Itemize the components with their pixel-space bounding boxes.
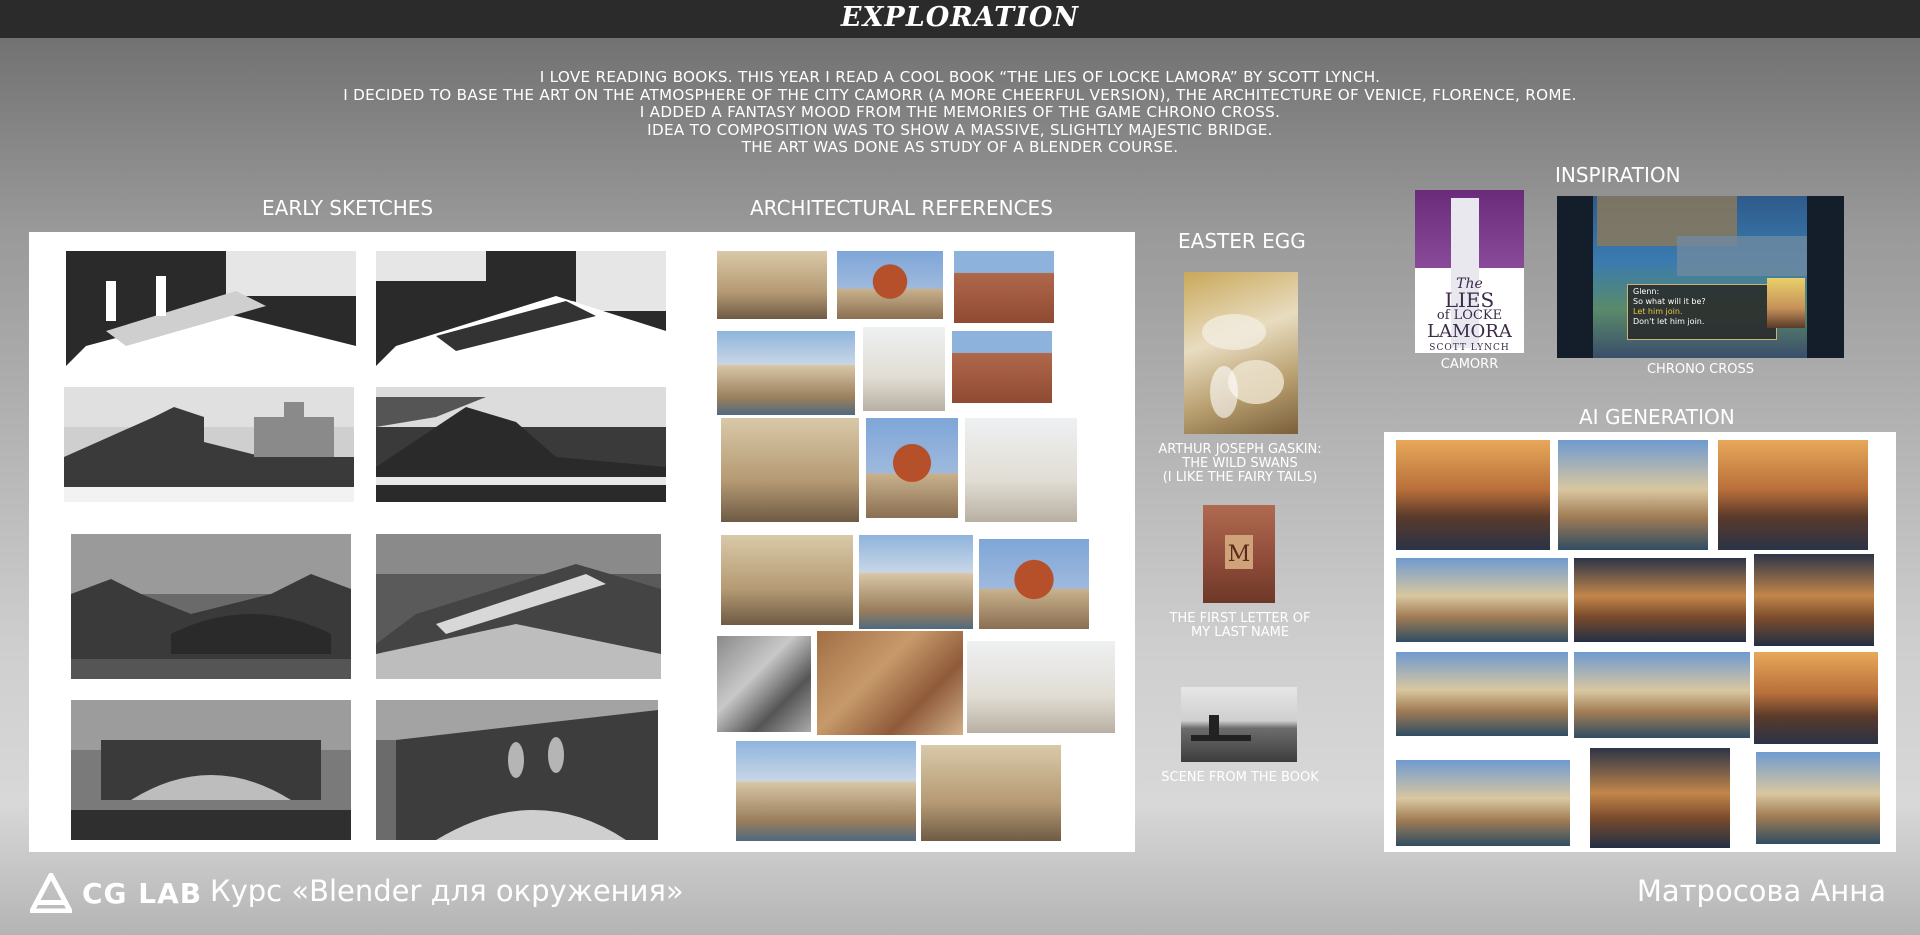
ai-image: [1396, 760, 1570, 846]
caption-scene-from-book: SCENE FROM THE BOOK: [1161, 770, 1319, 785]
sketch-thumbnail: [64, 387, 354, 502]
ai-image: [1574, 558, 1746, 642]
book-title-line: LAMORA: [1427, 321, 1512, 342]
caption-line: THE WILD SWANS: [1182, 456, 1298, 471]
author-name: Матросова Анна: [1636, 874, 1886, 908]
reference-photo: [717, 251, 827, 319]
book-cover: The LIES of LOCKE LAMORA SCOTT LYNCH: [1415, 190, 1524, 353]
chrono-cross-screenshot: Glenn: So what will it be? Let him join.…: [1557, 196, 1844, 358]
course-title: Курс «Blender для окружения»: [210, 874, 684, 908]
caption-line: (I LIKE THE FAIRY TAILS): [1162, 470, 1318, 485]
reference-photo: [866, 418, 958, 518]
sketch-thumbnail: [71, 700, 351, 840]
section-title-easter-egg: EASTER EGG: [1178, 229, 1306, 253]
reference-photo: [859, 535, 973, 629]
dialog-line: Don't let him join.: [1633, 317, 1705, 326]
reference-photo: [837, 251, 943, 319]
sketch-thumbnail: [376, 251, 666, 366]
intro-line: I LOVE READING BOOKS. THIS YEAR I READ A…: [539, 68, 1381, 86]
reference-photo: [817, 631, 963, 735]
ai-image: [1718, 440, 1868, 550]
page-title: EXPLORATION: [840, 2, 1080, 33]
caption-line: ARTHUR JOSEPH GASKIN:: [1158, 442, 1322, 457]
reference-photo: [717, 636, 811, 732]
ai-image: [1558, 440, 1708, 550]
ai-image: [1754, 554, 1874, 646]
reference-photo: [721, 535, 853, 625]
sketches-references-panel: [29, 232, 1135, 852]
reference-photo: [921, 745, 1061, 841]
ai-image: [1396, 652, 1568, 736]
ai-image: [1396, 558, 1568, 642]
cg-lab-logo-text: CG LAB: [82, 877, 203, 910]
game-dialog-box: Glenn: So what will it be? Let him join.…: [1627, 284, 1777, 340]
caption-chrono-cross: CHRONO CROSS: [1646, 362, 1755, 377]
sketch-thumbnail: [376, 534, 661, 679]
ai-image: [1574, 652, 1750, 738]
section-title-architectural-references: ARCHITECTURAL REFERENCES: [750, 196, 1053, 220]
book-title-line: LIES: [1444, 288, 1495, 312]
sketch-thumbnail: [71, 534, 351, 679]
reference-photo: [954, 251, 1054, 323]
dialog-line: Glenn:: [1633, 287, 1660, 296]
caption-wild-swans: ARTHUR JOSEPH GASKIN: THE WILD SWANS (I …: [1130, 443, 1350, 485]
dialog-line: So what will it be?: [1633, 297, 1706, 306]
wild-swans-artwork: [1184, 272, 1298, 434]
book-author: SCOTT LYNCH: [1429, 343, 1510, 353]
cg-lab-logo-icon: [30, 873, 72, 913]
section-title-ai-generation: AI GENERATION: [1579, 405, 1735, 429]
ai-image: [1396, 440, 1550, 550]
game-character-portrait: [1767, 278, 1805, 328]
intro-line: IDEA TO COMPOSITION WAS TO SHOW A MASSIV…: [647, 120, 1273, 139]
dialog-line: Let him join.: [1633, 307, 1683, 316]
reference-photo: [952, 331, 1052, 403]
reference-photo: [717, 331, 855, 415]
ai-generation-panel: [1384, 432, 1896, 852]
reference-photo: [967, 641, 1115, 733]
letter-m-illumination: M: [1203, 505, 1275, 603]
sketch-thumbnail: [66, 251, 356, 366]
caption-camorr: CAMORR: [1440, 357, 1499, 372]
intro-line: I ADDED A FANTASY MOOD FROM THE MEMORIES…: [639, 103, 1281, 122]
intro-text: I LOVE READING BOOKS. THIS YEAR I READ A…: [200, 68, 1720, 157]
ai-image: [1754, 652, 1878, 744]
reference-photo: [721, 418, 859, 522]
sketch-thumbnail: [376, 700, 658, 840]
caption-first-letter: THE FIRST LETTER OF MY LAST NAME: [1130, 612, 1350, 640]
reference-photo: [965, 418, 1077, 522]
section-title-early-sketches: EARLY SKETCHES: [262, 196, 434, 220]
svg-text:M: M: [1228, 542, 1251, 567]
section-title-inspiration: INSPIRATION: [1555, 163, 1681, 187]
reference-photo: [863, 327, 945, 411]
reference-photo: [736, 741, 916, 841]
intro-line: I DECIDED TO BASE THE ART ON THE ATMOSPH…: [343, 85, 1577, 104]
caption-line: THE FIRST LETTER OF: [1169, 611, 1311, 626]
ai-image: [1756, 752, 1880, 844]
ai-image: [1590, 748, 1730, 848]
reference-photo: [979, 539, 1089, 629]
intro-line: THE ART WAS DONE AS STUDY OF A BLENDER C…: [741, 138, 1179, 157]
book-scene-photo: [1181, 687, 1297, 762]
caption-line: MY LAST NAME: [1190, 625, 1290, 640]
sketch-thumbnail: [376, 387, 666, 502]
